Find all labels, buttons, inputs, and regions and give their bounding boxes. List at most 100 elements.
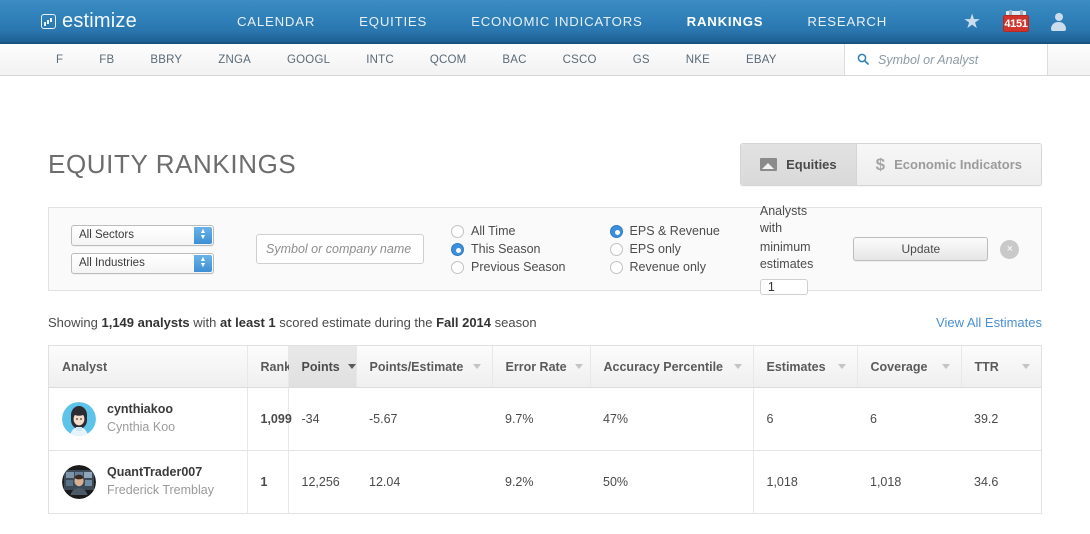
global-search[interactable] (844, 44, 1048, 75)
table-row[interactable]: QuantTrader007 Frederick Tremblay 1 12,2… (49, 450, 1041, 514)
nav-link-equities[interactable]: EQUITIES (337, 14, 449, 29)
column-header-error-rate[interactable]: Error Rate (492, 346, 591, 388)
chevron-down-icon (941, 364, 950, 370)
cell-coverage: 1,018 (857, 450, 961, 514)
radio-eps-only-button[interactable] (609, 242, 623, 256)
cell-points: -34 (288, 387, 356, 451)
user-avatar-icon[interactable] (1051, 13, 1066, 31)
ticker-symbol[interactable]: F (38, 54, 81, 66)
analyst-handle[interactable]: cynthiakoo (107, 402, 175, 418)
summary-suffix: season (491, 315, 537, 330)
analyst-handle[interactable]: QuantTrader007 (107, 465, 214, 481)
ticker-symbol[interactable]: FB (81, 54, 132, 66)
filter-panel: All Sectors ▲▼ All Industries ▲▼ All Tim… (48, 204, 1042, 295)
column-header-ttr[interactable]: TTR (961, 346, 1041, 388)
min-estimates-input[interactable] (759, 279, 808, 295)
industry-select[interactable]: All Industries ▲ ▼ (71, 252, 214, 274)
cell-rank: 1 (247, 450, 289, 514)
brand-logo[interactable]: estimize (41, 10, 137, 33)
radio-eps-and-revenue[interactable]: EPS & Revenue (609, 224, 720, 238)
table-row[interactable]: cynthiakoo Cynthia Koo 1,099 -34 -5.67 9… (49, 387, 1041, 451)
chevron-down-icon (472, 364, 481, 370)
ticker-symbol[interactable]: BBRY (132, 54, 200, 66)
tab-economic-indicators-label: Economic Indicators (894, 157, 1022, 172)
cell-accuracy-percentile: 47% (590, 387, 753, 451)
column-header-coverage[interactable]: Coverage (857, 346, 962, 388)
radio-this-season-button[interactable] (451, 242, 464, 256)
radio-eps-only[interactable]: EPS only (609, 242, 720, 256)
symbol-or-company-input[interactable] (256, 234, 424, 264)
column-label-error-rate: Error Rate (505, 359, 567, 374)
search-icon (857, 53, 869, 67)
star-icon[interactable]: ★ (963, 12, 981, 32)
column-header-accuracy-percentile[interactable]: Accuracy Percentile (590, 346, 754, 388)
radio-previous-season[interactable]: Previous Season (451, 260, 566, 274)
column-header-estimates[interactable]: Estimates (753, 346, 858, 388)
cell-ttr: 34.6 (961, 450, 1041, 514)
rankings-table: Analyst Rank Points Points/Estimate Erro… (49, 346, 1041, 514)
radio-previous-season-button[interactable] (451, 260, 464, 274)
cell-analyst[interactable]: cynthiakoo Cynthia Koo (49, 387, 248, 451)
industry-select-value: All Industries (79, 257, 145, 269)
ticker-symbol[interactable]: CSCO (545, 54, 615, 66)
ticker-symbol[interactable]: NKE (668, 54, 728, 66)
cell-points: 12,256 (288, 450, 356, 514)
view-all-estimates-link[interactable]: View All Estimates (936, 315, 1042, 330)
radio-revenue-only-button[interactable] (609, 260, 623, 274)
page-title: EQUITY RANKINGS (48, 149, 297, 179)
column-label-accuracy-percentile: Accuracy Percentile (603, 359, 724, 374)
cell-estimates: 1,018 (752, 450, 857, 514)
ticker-symbol-list: F FB BBRY ZNGA GOOGL INTC QCOM BAC CSCO … (0, 44, 844, 75)
ticker-symbol[interactable]: BAC (484, 54, 544, 66)
column-header-points-per-estimate[interactable]: Points/Estimate (356, 346, 493, 388)
cell-coverage: 6 (857, 387, 961, 451)
radio-eps-and-revenue-button[interactable] (609, 224, 623, 238)
summary-prefix: Showing (48, 315, 102, 330)
nav-link-calendar[interactable]: CALENDAR (215, 14, 337, 29)
nav-link-research[interactable]: RESEARCH (785, 14, 909, 29)
page-content: EQUITY RANKINGS Equities $ Economic Indi… (0, 76, 1090, 514)
cell-error-rate: 9.2% (492, 450, 590, 514)
metric-radio-group: EPS & Revenue EPS only Revenue only (588, 208, 742, 290)
analyst-name: Frederick Tremblay (107, 482, 214, 497)
column-label-points: Points (301, 359, 340, 374)
summary-analyst-count: 1,149 analysts (101, 315, 190, 330)
table-header: Analyst Rank Points Points/Estimate Erro… (49, 346, 1041, 388)
tab-economic-indicators[interactable]: $ Economic Indicators (856, 144, 1041, 185)
ticker-symbol[interactable]: GS (615, 54, 668, 66)
ticker-symbol[interactable]: ZNGA (200, 54, 269, 66)
ticker-symbol[interactable]: QCOM (412, 54, 485, 66)
column-label-analyst: Analyst (62, 359, 108, 374)
radio-all-time-label: All Time (471, 224, 516, 238)
filter-actions-group: Update × (831, 208, 1041, 290)
chevron-updown-icon: ▲ ▼ (194, 226, 212, 244)
radio-this-season[interactable]: This Season (451, 242, 566, 256)
table-body: cynthiakoo Cynthia Koo 1,099 -34 -5.67 9… (49, 387, 1041, 514)
column-header-rank[interactable]: Rank (247, 346, 291, 388)
nav-link-rankings[interactable]: RANKINGS (665, 14, 786, 29)
radio-all-time-button[interactable] (451, 224, 464, 238)
radio-all-time[interactable]: All Time (451, 224, 566, 238)
update-button[interactable]: Update (853, 237, 989, 261)
chevron-down-icon (837, 364, 846, 370)
chevron-updown-icon: ▲ ▼ (194, 254, 212, 272)
ticker-symbol[interactable]: EBAY (728, 54, 795, 66)
calendar-badge-icon[interactable]: 4151 (1003, 10, 1029, 33)
clear-filters-button[interactable]: × (1000, 239, 1020, 259)
summary-season: Fall 2014 (436, 315, 492, 330)
radio-eps-and-revenue-label: EPS & Revenue (629, 224, 720, 238)
search-input[interactable] (876, 51, 1037, 68)
nav-link-economic-indicators[interactable]: ECONOMIC INDICATORS (449, 14, 665, 29)
column-label-points-per-estimate: Points/Estimate (369, 359, 464, 374)
tab-equities[interactable]: Equities (741, 144, 856, 185)
radio-previous-season-label: Previous Season (471, 260, 566, 274)
ticker-symbol[interactable]: INTC (348, 54, 412, 66)
cell-analyst[interactable]: QuantTrader007 Frederick Tremblay (49, 450, 248, 514)
ticker-symbol[interactable]: GOOGL (269, 54, 348, 66)
column-header-analyst[interactable]: Analyst (49, 346, 248, 388)
column-header-points[interactable]: Points (288, 346, 357, 388)
sector-select[interactable]: All Sectors ▲ ▼ (71, 224, 214, 246)
table-header-row: Analyst Rank Points Points/Estimate Erro… (49, 346, 1041, 388)
radio-revenue-only[interactable]: Revenue only (609, 260, 720, 274)
radio-this-season-label: This Season (471, 242, 541, 256)
